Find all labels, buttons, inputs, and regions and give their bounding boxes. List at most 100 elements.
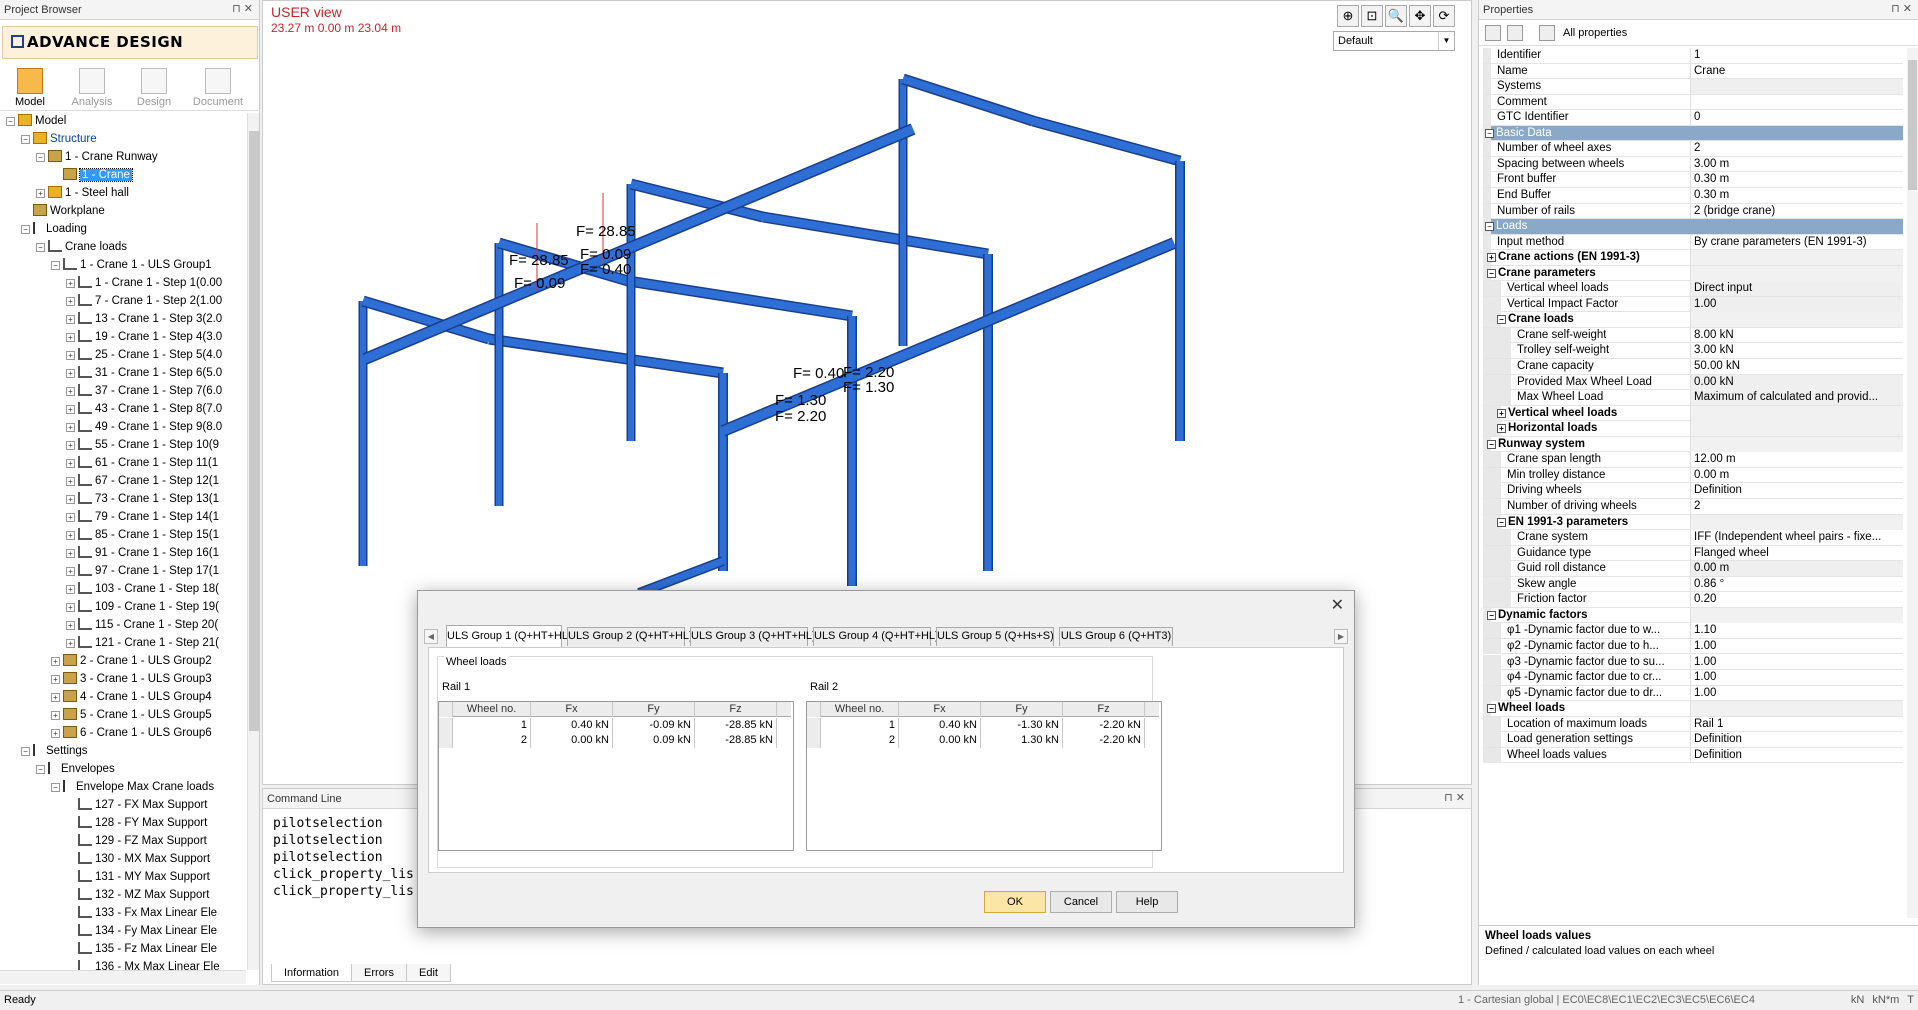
rail-2-table[interactable]: Wheel no. Fx Fy Fz 1 0.40 kN -1.30 kN -2.20 kN 2… bbox=[806, 701, 1162, 851]
tab-next-icon[interactable]: ▶ bbox=[1334, 629, 1348, 644]
property-value[interactable]: 2 bbox=[1690, 499, 1903, 514]
property-value[interactable]: 1.00 bbox=[1690, 685, 1903, 701]
tree-node[interactable]: +55 - Crane 1 - Step 10(9 bbox=[66, 436, 219, 454]
property-group[interactable]: − Dynamic factors bbox=[1483, 607, 1903, 624]
property-category[interactable]: − Basic Data bbox=[1483, 125, 1903, 142]
cancel-button[interactable]: Cancel bbox=[1050, 891, 1112, 913]
property-value[interactable]: 1 bbox=[1690, 48, 1903, 63]
tree-node[interactable]: +43 - Crane 1 - Step 8(7.0 bbox=[66, 400, 222, 418]
expand-icon[interactable]: + bbox=[51, 693, 60, 702]
property-value[interactable] bbox=[1690, 514, 1903, 530]
property-row[interactable]: Provided Max Wheel Load 0.00 kN bbox=[1483, 374, 1903, 391]
property-value[interactable] bbox=[1690, 436, 1903, 452]
collapse-icon[interactable]: − bbox=[36, 765, 45, 774]
tree-node[interactable]: +91 - Crane 1 - Step 16(1 bbox=[66, 544, 219, 562]
property-row[interactable]: Name Crane bbox=[1483, 63, 1903, 80]
property-value[interactable]: Crane bbox=[1690, 63, 1903, 79]
tree-node[interactable]: Workplane bbox=[21, 202, 105, 220]
rotate-icon[interactable]: ⟳ bbox=[1433, 5, 1455, 27]
expand-icon[interactable]: + bbox=[66, 549, 75, 558]
property-value[interactable]: Definition bbox=[1690, 747, 1903, 763]
property-value[interactable]: By crane parameters (EN 1991-3) bbox=[1690, 234, 1903, 250]
tree-node[interactable]: − Settings bbox=[21, 742, 88, 760]
categorize-icon[interactable] bbox=[1507, 25, 1523, 41]
collapse-icon[interactable]: − bbox=[51, 783, 60, 792]
collapse-icon[interactable]: − bbox=[1497, 517, 1506, 527]
property-value[interactable]: 1.00 bbox=[1690, 638, 1903, 654]
tree-node[interactable]: 128 - FY Max Support bbox=[66, 814, 207, 832]
help-button[interactable]: Help bbox=[1116, 891, 1178, 913]
tree-node[interactable]: +85 - Crane 1 - Step 15(1 bbox=[66, 526, 219, 544]
rail-1-table[interactable]: Wheel no. Fx Fy Fz 1 0.40 kN -0.09 kN -28.85 kN… bbox=[438, 701, 794, 851]
property-value[interactable]: 1.00 bbox=[1690, 296, 1903, 312]
tree-node[interactable]: +67 - Crane 1 - Step 12(1 bbox=[66, 472, 219, 490]
property-value[interactable]: Maximum of calculated and provid... bbox=[1690, 390, 1903, 406]
tree-node[interactable]: +1 - Steel hall bbox=[36, 184, 129, 202]
property-group[interactable]: + Crane actions (EN 1991-3) bbox=[1483, 250, 1903, 266]
property-value[interactable]: 8.00 kN bbox=[1690, 327, 1903, 343]
tree-node[interactable]: +5 - Crane 1 - ULS Group5 bbox=[51, 706, 212, 724]
expand-icon[interactable]: + bbox=[66, 603, 75, 612]
property-group[interactable]: − EN 1991-3 parameters bbox=[1483, 514, 1903, 530]
expand-icon[interactable]: + bbox=[66, 387, 75, 396]
zoom-window-icon[interactable]: ⊕ bbox=[1337, 5, 1359, 27]
property-row[interactable]: Min trolley distance 0.00 m bbox=[1483, 467, 1903, 484]
expand-icon[interactable]: + bbox=[66, 621, 75, 630]
tree-node[interactable]: 136 - Mx Max Linear Ele bbox=[66, 958, 220, 970]
collapse-icon[interactable]: − bbox=[21, 747, 30, 756]
expand-icon[interactable]: + bbox=[1497, 408, 1506, 418]
property-group[interactable]: − Crane parameters bbox=[1483, 265, 1903, 282]
property-row[interactable]: Systems bbox=[1483, 79, 1903, 95]
property-row[interactable]: Driving wheels Definition bbox=[1483, 483, 1903, 499]
tree-node[interactable]: 132 - MZ Max Support bbox=[66, 886, 209, 904]
property-value[interactable]: 3.00 kN bbox=[1690, 343, 1903, 359]
tab-edit[interactable]: Edit bbox=[405, 964, 451, 982]
collapse-icon[interactable]: − bbox=[21, 225, 30, 234]
property-row[interactable]: Comment bbox=[1483, 94, 1903, 111]
tree-node[interactable]: +1 - Crane 1 - Step 1(0.00 bbox=[66, 274, 222, 292]
tab-information[interactable]: Information bbox=[271, 964, 353, 982]
property-row[interactable]: End Buffer 0.30 m bbox=[1483, 188, 1903, 204]
filter-icon[interactable] bbox=[1539, 25, 1555, 41]
collapse-icon[interactable]: − bbox=[1487, 704, 1496, 714]
expand-icon[interactable]: + bbox=[66, 441, 75, 450]
tree-node[interactable]: − Loading bbox=[21, 220, 87, 238]
property-value[interactable]: 0.00 m bbox=[1690, 561, 1903, 577]
expand-icon[interactable]: + bbox=[66, 585, 75, 594]
expand-icon[interactable]: + bbox=[36, 189, 45, 198]
dialog-tab[interactable]: ULS Group 2 (Q+HT+HL) bbox=[567, 627, 693, 646]
tree-node[interactable]: +73 - Crane 1 - Step 13(1 bbox=[66, 490, 219, 508]
expand-icon[interactable]: + bbox=[66, 459, 75, 468]
expand-icon[interactable]: + bbox=[51, 711, 60, 720]
dialog-tab[interactable]: ULS Group 1 (Q+HT+HL) bbox=[446, 625, 572, 647]
property-value[interactable]: 2 (bridge crane) bbox=[1690, 203, 1903, 219]
tree-node[interactable]: +19 - Crane 1 - Step 4(3.0 bbox=[66, 328, 222, 346]
property-row[interactable]: Vertical wheel loads Direct input bbox=[1483, 281, 1903, 297]
property-group[interactable]: − Runway system bbox=[1483, 436, 1903, 453]
property-row[interactable]: Number of wheel axes 2 bbox=[1483, 141, 1903, 157]
collapse-icon[interactable]: − bbox=[1487, 268, 1496, 278]
property-group[interactable]: − Wheel loads bbox=[1483, 701, 1903, 717]
tree-node[interactable]: − 1 - Crane 1 - ULS Group1 bbox=[51, 256, 212, 274]
property-value[interactable] bbox=[1690, 607, 1903, 623]
property-value[interactable]: 1.00 bbox=[1690, 670, 1903, 685]
table-row[interactable]: 1 0.40 kN -0.09 kN -28.85 kN bbox=[439, 718, 791, 733]
property-value[interactable]: 0.20 bbox=[1690, 592, 1903, 608]
property-group[interactable]: − Crane loads bbox=[1483, 312, 1903, 328]
collapse-icon[interactable]: − bbox=[1487, 439, 1496, 449]
property-value[interactable]: Direct input bbox=[1690, 281, 1903, 297]
pan-icon[interactable]: ✥ bbox=[1409, 5, 1431, 27]
tree-node[interactable]: +4 - Crane 1 - ULS Group4 bbox=[51, 688, 212, 706]
table-row[interactable]: 2 0.00 kN 1.30 kN -2.20 kN bbox=[807, 733, 1159, 748]
mode-design[interactable]: Design bbox=[124, 68, 184, 108]
dialog-tab[interactable]: ULS Group 6 (Q+HT3) bbox=[1059, 627, 1173, 646]
collapse-icon[interactable]: − bbox=[6, 117, 15, 126]
property-group[interactable]: + Vertical wheel loads bbox=[1483, 405, 1903, 422]
ok-button[interactable]: OK bbox=[984, 891, 1046, 913]
property-row[interactable]: Front buffer 0.30 m bbox=[1483, 172, 1903, 188]
tree-node[interactable]: − Model bbox=[6, 113, 66, 130]
expand-icon[interactable]: + bbox=[66, 351, 75, 360]
property-row[interactable]: φ1 -Dynamic factor due to w... 1.10 bbox=[1483, 623, 1903, 639]
property-value[interactable]: 1.10 bbox=[1690, 623, 1903, 639]
property-row[interactable]: φ2 -Dynamic factor due to h... 1.00 bbox=[1483, 638, 1903, 655]
